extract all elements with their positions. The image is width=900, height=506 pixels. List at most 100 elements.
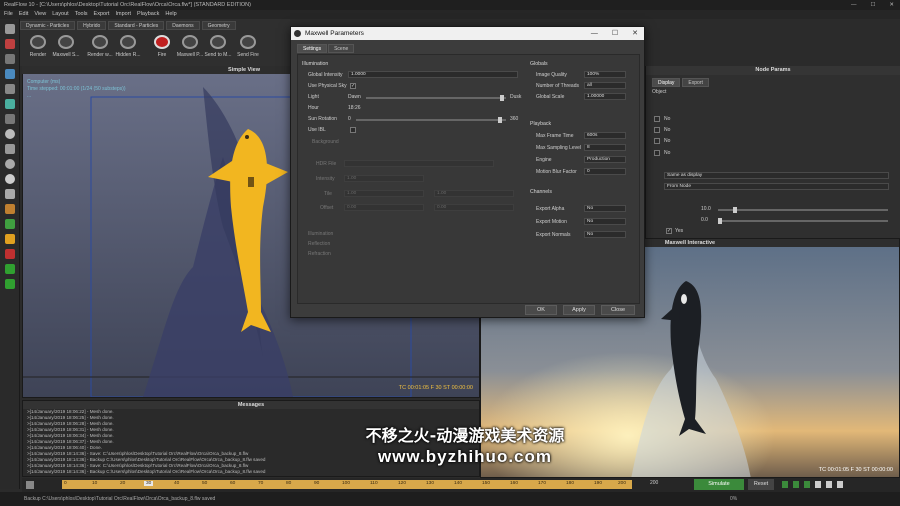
tab-scene[interactable]: Scene: [328, 44, 355, 53]
node-checkbox[interactable]: [654, 150, 660, 156]
reset-button[interactable]: Reset: [748, 479, 774, 490]
node-checkbox[interactable]: [654, 116, 660, 122]
timeline-end-frame[interactable]: 200: [650, 480, 658, 486]
sphere-icon[interactable]: [4, 129, 15, 139]
max-sampling-input[interactable]: 8: [584, 144, 626, 151]
menu-file[interactable]: File: [4, 10, 13, 19]
timeline-current-frame[interactable]: 30: [144, 481, 154, 486]
node-checkbox[interactable]: [654, 138, 660, 144]
script-icon[interactable]: [4, 264, 15, 274]
prev-frame-icon[interactable]: [793, 481, 799, 488]
send-to-m-button[interactable]: Send to M...: [204, 33, 232, 63]
ball-icon[interactable]: [4, 174, 15, 184]
maxwell-p-button[interactable]: Maxwell P...: [176, 33, 204, 63]
menu-export[interactable]: Export: [94, 10, 110, 19]
use-ibl-checkbox[interactable]: [350, 127, 356, 133]
timeline-start-icon[interactable]: [26, 481, 34, 489]
close-icon[interactable]: ✕: [632, 27, 638, 40]
timeline-tick: 150: [482, 481, 491, 486]
first-frame-icon[interactable]: [782, 481, 788, 488]
maximize-icon[interactable]: ☐: [870, 0, 875, 10]
plane-icon[interactable]: [4, 189, 15, 199]
light-slider[interactable]: [366, 95, 506, 101]
scale-icon[interactable]: [4, 69, 15, 79]
tab-settings[interactable]: Settings: [297, 44, 328, 53]
menu-help[interactable]: Help: [165, 10, 176, 19]
render-button[interactable]: Render: [24, 33, 52, 63]
cube-icon[interactable]: [4, 144, 15, 154]
threads-input[interactable]: all: [584, 82, 626, 89]
tab-display[interactable]: Display: [652, 78, 681, 87]
image-quality-input[interactable]: 100%: [584, 71, 626, 78]
menu-edit[interactable]: Edit: [19, 10, 28, 19]
sun-rotation-slider[interactable]: [356, 117, 506, 123]
toolbar-tab-geometry[interactable]: Geometry: [201, 21, 236, 30]
toolbar-tab-hybrido[interactable]: Hybrido: [77, 21, 107, 30]
tile-input-a[interactable]: 1.00: [344, 190, 424, 197]
last-frame-icon[interactable]: [826, 481, 832, 488]
export-normals-select[interactable]: No: [584, 231, 626, 238]
simulate-button[interactable]: Simulate: [694, 479, 744, 490]
intensity-input[interactable]: 1.00: [344, 175, 424, 182]
tab-export[interactable]: Export: [682, 78, 709, 87]
fire-button[interactable]: Fire: [148, 33, 176, 63]
param-slider[interactable]: [718, 207, 888, 213]
play-icon[interactable]: [804, 481, 810, 488]
node-checkbox[interactable]: [654, 127, 660, 133]
yes-checkbox[interactable]: ✓: [666, 228, 672, 234]
global-intensity-input[interactable]: 1.0000: [348, 71, 518, 78]
source-select[interactable]: From Node: [664, 183, 889, 190]
global-scale-input[interactable]: 1.00000: [584, 93, 626, 100]
toolbar-tab-dynamic-particles[interactable]: Dynamic - Particles: [20, 21, 76, 30]
select-icon[interactable]: [4, 24, 15, 34]
menu-view[interactable]: View: [34, 10, 46, 19]
hidden-r-button[interactable]: Hidden R...: [114, 33, 142, 63]
apply-button[interactable]: Apply: [563, 305, 595, 315]
maximize-icon[interactable]: ☐: [612, 27, 618, 40]
menu-layout[interactable]: Layout: [52, 10, 69, 19]
ok-button[interactable]: OK: [525, 305, 557, 315]
export-alpha-select[interactable]: No: [584, 205, 626, 212]
next-frame-icon[interactable]: [815, 481, 821, 488]
torus-icon[interactable]: [4, 159, 15, 169]
offset-input-b[interactable]: 0.00: [434, 204, 514, 211]
physical-sky-checkbox[interactable]: ✓: [350, 83, 356, 89]
menu-playback[interactable]: Playback: [137, 10, 159, 19]
menu-import[interactable]: Import: [115, 10, 131, 19]
close-button[interactable]: Close: [601, 305, 635, 315]
minimize-icon[interactable]: —: [591, 27, 598, 40]
tile-input-b[interactable]: 1.00: [434, 190, 514, 197]
export-mode-select[interactable]: Same as display: [664, 172, 889, 179]
maxwell-icon: [210, 35, 226, 49]
paint-icon[interactable]: [4, 234, 15, 244]
render-w-button[interactable]: Render w...: [86, 33, 114, 63]
dialog-title: Maxwell Parameters: [305, 30, 364, 37]
rotate-icon[interactable]: [4, 54, 15, 64]
batch-icon[interactable]: [4, 279, 15, 289]
param-slider[interactable]: [718, 218, 888, 224]
camera-icon[interactable]: [4, 84, 15, 94]
minimize-icon[interactable]: —: [851, 0, 857, 10]
emitter-icon[interactable]: [4, 99, 15, 109]
motion-blur-input[interactable]: 0: [584, 168, 626, 175]
maxwell-s-button[interactable]: Maxwell S...: [52, 33, 80, 63]
toolbar-tab-daemons[interactable]: Daemons: [166, 21, 200, 30]
export-motion-select[interactable]: No: [584, 218, 626, 225]
max-frame-input[interactable]: 600s: [584, 132, 626, 139]
wrench-icon[interactable]: [4, 204, 15, 214]
engine-select[interactable]: Production: [584, 156, 626, 163]
toolbar-tab-standard-particles[interactable]: Standard - Particles: [108, 21, 165, 30]
daemon-icon[interactable]: [4, 114, 15, 124]
maxwell-icon: [120, 35, 136, 49]
max-frame-label: Max Frame Time: [536, 133, 574, 139]
offset-input-a[interactable]: 0.00: [344, 204, 424, 211]
move-icon[interactable]: [4, 39, 15, 49]
send-fire-button[interactable]: Send Fire: [234, 33, 262, 63]
timeline-ruler[interactable]: 0 10 20 30 40 50 60 70 80 90 100 110 120…: [62, 480, 632, 489]
brush-icon[interactable]: [4, 249, 15, 259]
menu-tools[interactable]: Tools: [75, 10, 88, 19]
hdr-file-input[interactable]: [344, 160, 494, 167]
loop-icon[interactable]: [837, 481, 843, 488]
pencil-icon[interactable]: [4, 219, 15, 229]
close-icon[interactable]: ✕: [889, 0, 894, 10]
